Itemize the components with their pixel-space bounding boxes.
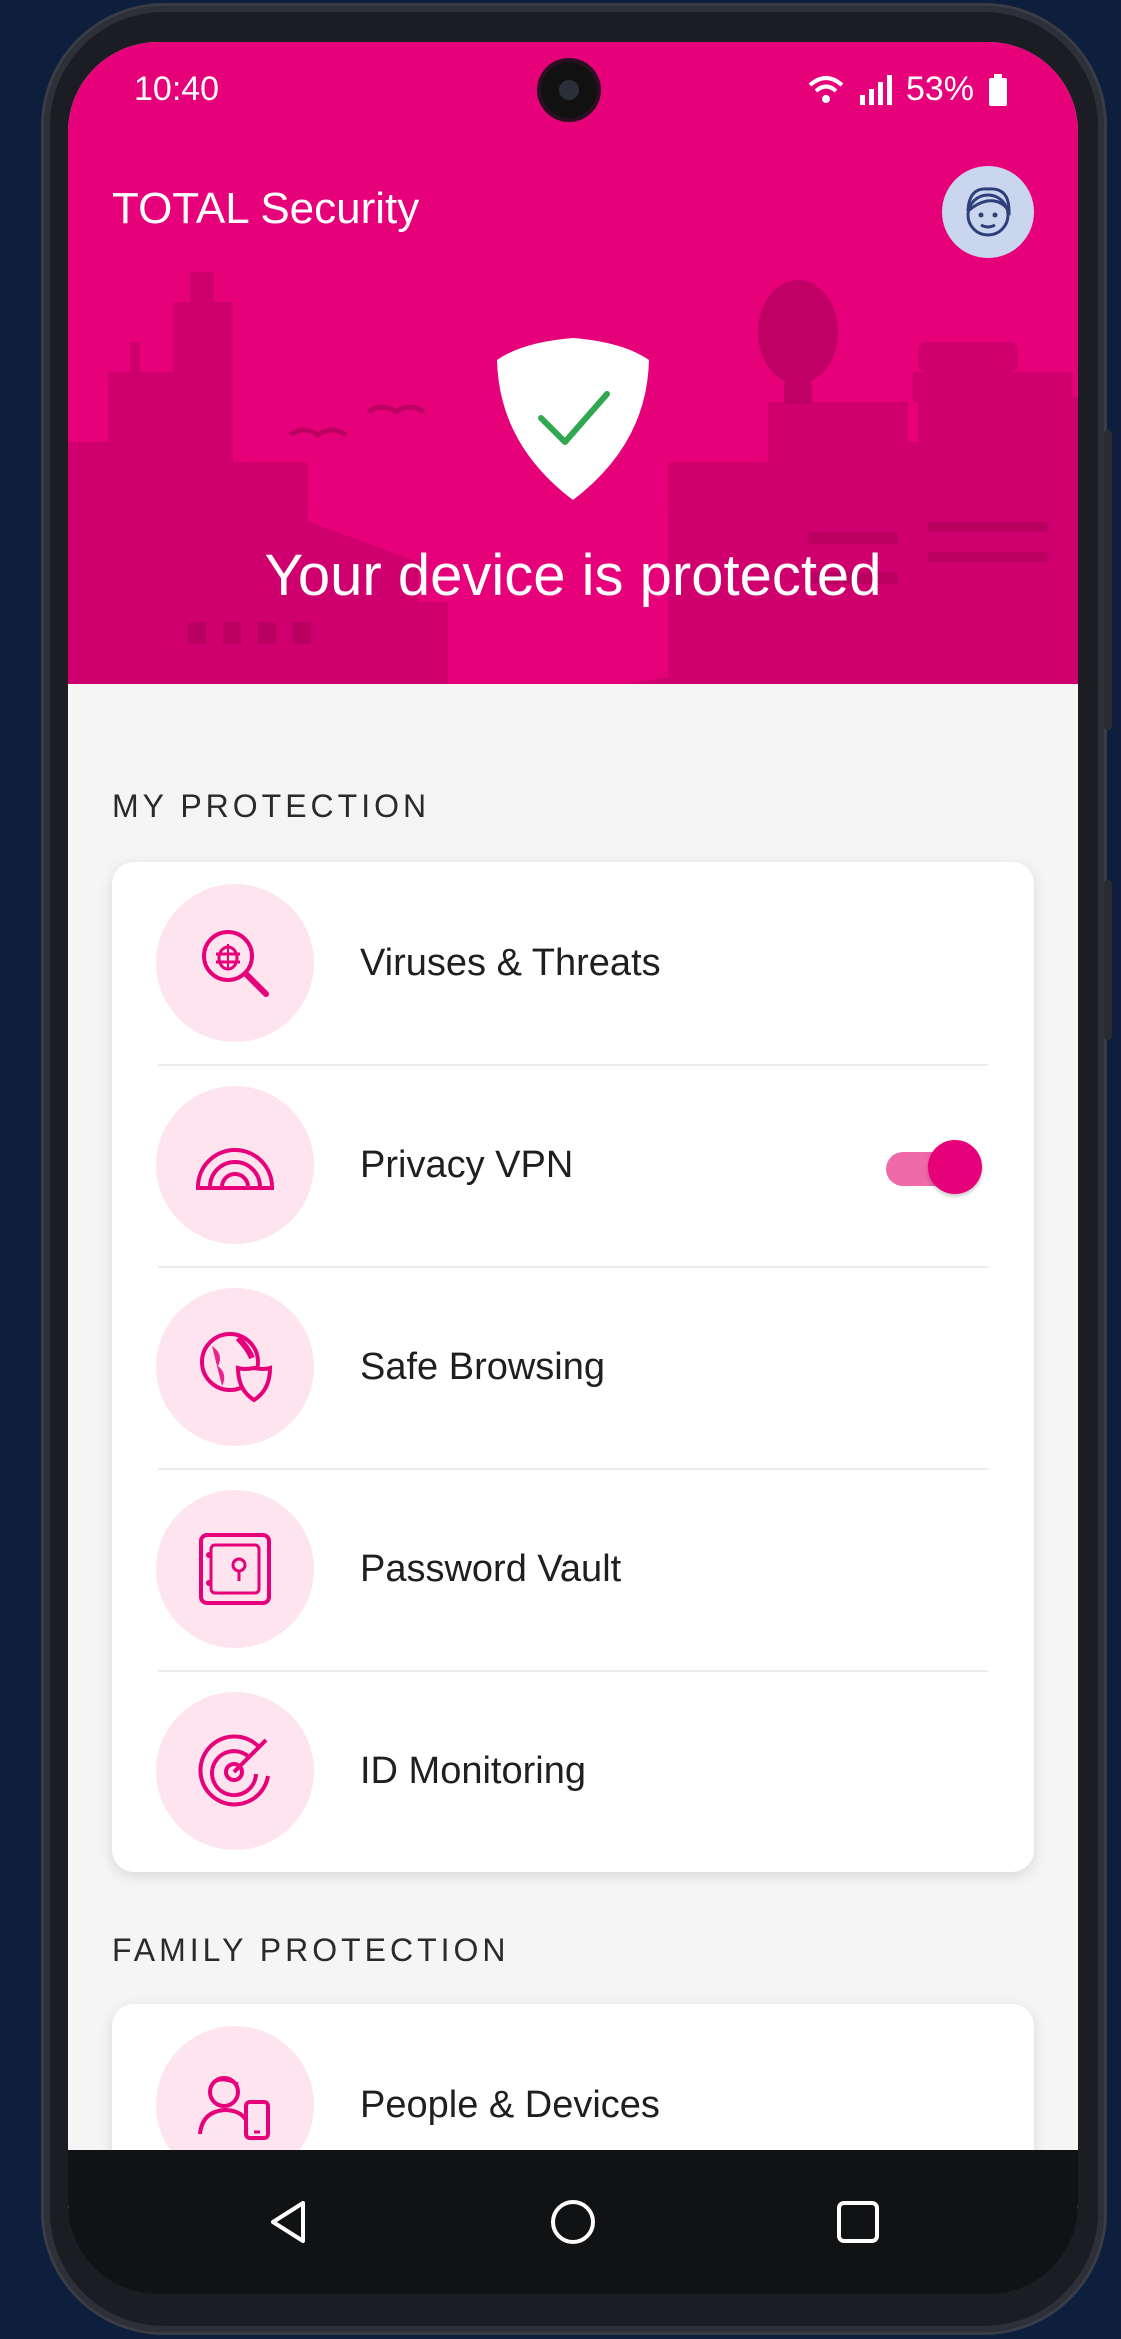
section-title-my-protection: MY PROTECTION bbox=[112, 788, 431, 824]
list-item-password-vault[interactable]: Password Vault bbox=[112, 1468, 1034, 1670]
item-label: Safe Browsing bbox=[360, 1346, 606, 1388]
protection-status-text: Your device is protected bbox=[264, 543, 882, 608]
target-icon bbox=[156, 1692, 314, 1850]
battery-percent: 53% bbox=[905, 70, 974, 108]
vpn-signal-icon bbox=[156, 1086, 314, 1244]
user-face-icon bbox=[966, 187, 1011, 237]
home-icon bbox=[551, 2200, 595, 2244]
signal-icon bbox=[859, 74, 892, 105]
list-item-viruses-threats[interactable]: Viruses & Threats bbox=[112, 862, 1034, 1064]
home-button[interactable] bbox=[533, 2182, 613, 2262]
android-nav-bar bbox=[68, 2150, 1078, 2294]
hero-banner: 10:40 53% TOTAL Security Your device is … bbox=[68, 42, 1078, 684]
shield-check-icon bbox=[497, 338, 649, 500]
power-button bbox=[1104, 880, 1112, 1040]
avatar[interactable] bbox=[942, 166, 1034, 258]
main-content: MY PROTECTION Viruses & Threats Privacy … bbox=[68, 684, 1078, 2208]
bug-search-icon bbox=[156, 884, 314, 1042]
recents-icon bbox=[837, 2201, 879, 2243]
list-item-id-monitoring[interactable]: ID Monitoring bbox=[112, 1670, 1034, 1872]
app-title: TOTAL Security bbox=[112, 184, 420, 233]
volume-button bbox=[1104, 430, 1112, 730]
globe-shield-icon bbox=[156, 1288, 314, 1446]
item-label: Privacy VPN bbox=[360, 1144, 574, 1186]
screen: 10:40 53% TOTAL Security Your device is … bbox=[68, 42, 1078, 2208]
my-protection-card: Viruses & Threats Privacy VPN Safe Brows… bbox=[112, 862, 1034, 1872]
item-label: Password Vault bbox=[360, 1548, 622, 1590]
list-item-privacy-vpn[interactable]: Privacy VPN bbox=[112, 1064, 1034, 1266]
back-button[interactable] bbox=[248, 2182, 328, 2262]
item-label: Viruses & Threats bbox=[360, 942, 661, 984]
front-camera bbox=[541, 62, 597, 118]
battery-icon bbox=[989, 73, 1007, 106]
recents-button[interactable] bbox=[818, 2182, 898, 2262]
list-item-safe-browsing[interactable]: Safe Browsing bbox=[112, 1266, 1034, 1468]
section-title-family-protection: FAMILY PROTECTION bbox=[112, 1932, 510, 1968]
vpn-toggle[interactable] bbox=[886, 1140, 982, 1194]
wifi-icon bbox=[808, 75, 844, 103]
vault-icon bbox=[156, 1490, 314, 1648]
toggle-knob bbox=[928, 1140, 982, 1194]
item-label: ID Monitoring bbox=[360, 1750, 586, 1792]
status-time: 10:40 bbox=[134, 70, 220, 108]
back-icon bbox=[271, 2201, 305, 2243]
